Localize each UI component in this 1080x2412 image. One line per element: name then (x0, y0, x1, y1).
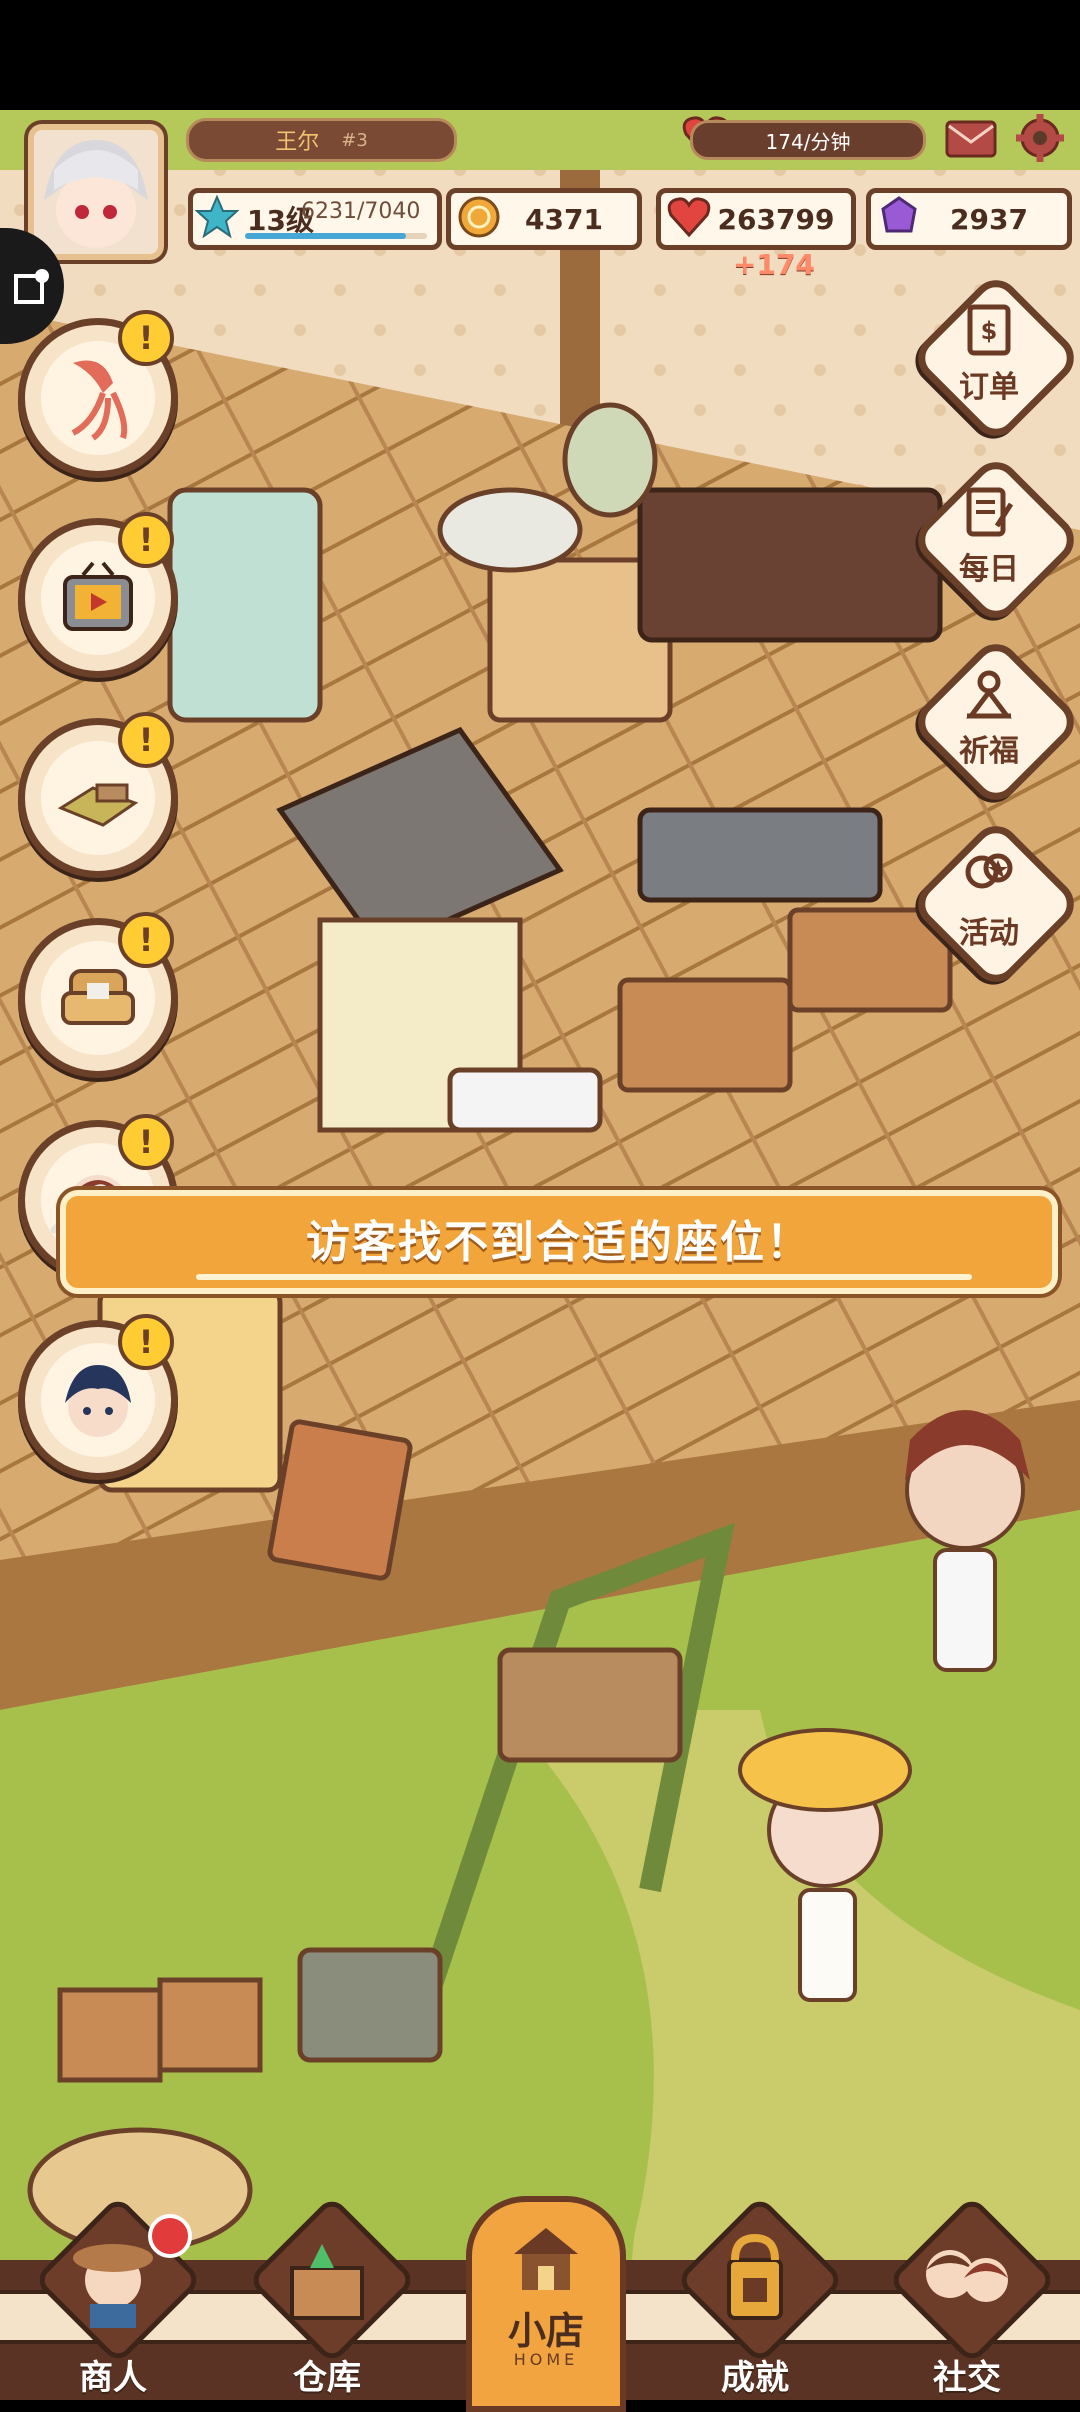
pray-button[interactable]: 祈福 (908, 634, 1080, 810)
income-rate: 174/分钟 (690, 120, 926, 160)
event-icon (965, 853, 1013, 889)
avatar-portrait-icon (34, 130, 158, 254)
nav-shop-label: 小店 (507, 2309, 584, 2353)
income-gain: +174 (733, 248, 815, 281)
boy-icon (65, 1365, 131, 1437)
level-panel[interactable]: 13级 6231/7040 (188, 188, 442, 250)
player-tag: #3 (341, 129, 368, 151)
player-name: 王尔 (275, 130, 320, 155)
svg-text:$: $ (981, 317, 998, 345)
nav-warehouse[interactable]: 仓库 (232, 2195, 422, 2400)
xp-bar-fill (245, 233, 407, 239)
settings-gear-icon[interactable] (1016, 114, 1064, 162)
hearts-panel[interactable]: 263799 (656, 188, 856, 250)
warehouse-box-icon (290, 2244, 364, 2320)
nav-achievement[interactable]: 成就 (660, 2195, 850, 2400)
player-name-pill[interactable]: 王尔 #3 (186, 118, 457, 162)
gems-panel[interactable]: 2937 (866, 188, 1072, 250)
alert-badge-tv: ! (118, 512, 174, 568)
coin-icon (458, 196, 500, 238)
merchant-icon (73, 2244, 153, 2328)
alert-badge-armchair: ! (118, 912, 174, 968)
squid-icon (71, 360, 128, 441)
event-label: 活动 (959, 916, 1019, 951)
status-bar (0, 0, 1080, 110)
alert-badge-visitor: ! (118, 1114, 174, 1170)
armchair-icon (61, 969, 135, 1025)
xp-bar (245, 233, 427, 239)
notice-text: 访客找不到合适的座位！ (306, 1217, 812, 1268)
tv-icon (63, 561, 133, 631)
daily-label: 每日 (959, 552, 1019, 587)
orders-button[interactable]: $ 订单 (908, 270, 1080, 446)
alert-badge-squid: ! (118, 310, 174, 366)
nav-social-label: 社交 (933, 2358, 1001, 2398)
shop-house-icon (514, 2228, 578, 2290)
rug-icon (57, 783, 139, 827)
order-icon: $ (967, 304, 1011, 356)
gem-icon (881, 196, 917, 233)
xp-text: 6231/7040 (301, 199, 421, 224)
daily-icon (966, 487, 1013, 537)
nav-achievement-label: 成就 (721, 2358, 789, 2398)
mail-icon[interactable] (945, 120, 997, 158)
level-star-icon (195, 195, 239, 239)
heart-icon (667, 197, 711, 238)
nav-warehouse-label: 仓库 (293, 2358, 361, 2398)
pray-icon (966, 670, 1012, 719)
pray-label: 祈福 (959, 734, 1019, 769)
alert-badge-rug: ! (118, 712, 174, 768)
friends-icon (926, 2250, 1008, 2302)
nav-shop-sub: HOME (513, 2350, 579, 2369)
nav-merchant-label: 商人 (79, 2358, 147, 2398)
orders-label: 订单 (959, 370, 1019, 405)
notice-banner[interactable]: 访客找不到合适的座位！ (60, 1190, 1058, 1294)
event-button[interactable]: 活动 (908, 816, 1080, 992)
nav-social[interactable]: 社交 (872, 2195, 1062, 2400)
puzzle-icon (14, 269, 49, 304)
coin-count: 4371 (525, 202, 603, 236)
player-avatar[interactable] (28, 124, 164, 260)
coins-panel[interactable]: 4371 (446, 188, 642, 250)
alert-badge-boy: ! (118, 1314, 174, 1370)
gem-count: 2937 (950, 202, 1028, 236)
daily-button[interactable]: 每日 (908, 452, 1080, 628)
nav-shop-home[interactable]: 小店 HOME (466, 2196, 626, 2412)
trophy-icon (727, 2233, 783, 2320)
notification-dot (148, 2214, 192, 2258)
